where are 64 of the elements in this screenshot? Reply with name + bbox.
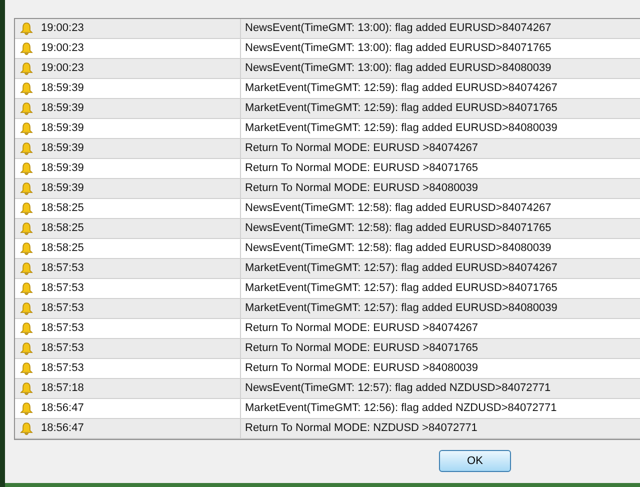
bell-icon (20, 422, 33, 436)
message-cell-text: NewsEvent(TimeGMT: 12:58): flag added EURUSD>84080039 (245, 241, 552, 256)
bell-icon (20, 142, 33, 156)
bell-icon (20, 222, 33, 236)
time-cell-text: 18:57:53 (41, 321, 84, 336)
message-cell-text: Return To Normal MODE: EURUSD >84071765 (245, 341, 478, 356)
time-cell-text: 18:57:18 (41, 381, 84, 396)
message-cell-text: Return To Normal MODE: EURUSD >84074267 (245, 141, 478, 156)
time-cell-text: 18:59:39 (41, 181, 84, 196)
ok-button[interactable]: OK (439, 450, 511, 472)
bell-icon (20, 302, 33, 316)
message-cell-text: NewsEvent(TimeGMT: 12:57): flag added NZDUSD>84072771 (245, 381, 551, 396)
time-cell-text: 19:00:23 (41, 21, 84, 36)
time-cell-text: 18:59:39 (41, 161, 84, 176)
bell-icon (20, 102, 33, 116)
time-cell-text: 19:00:23 (41, 41, 84, 56)
bell-icon (20, 182, 33, 196)
bell-icon (20, 362, 33, 376)
time-cell-text: 18:58:25 (41, 241, 84, 256)
bell-icon (20, 262, 33, 276)
time-cell-text: 18:56:47 (41, 421, 84, 436)
message-cell-text: MarketEvent(TimeGMT: 12:59): flag added EURUSD>84074267 (245, 81, 558, 96)
time-cell-text: 18:57:53 (41, 301, 84, 316)
time-cell-text: 18:57:53 (41, 341, 84, 356)
message-cell-text: NewsEvent(TimeGMT: 12:58): flag added EURUSD>84071765 (245, 221, 552, 236)
bell-icon (20, 62, 33, 76)
time-cell-text: 19:00:23 (41, 61, 84, 76)
message-cell-text: MarketEvent(TimeGMT: 12:56): flag added NZDUSD>84072771 (245, 401, 557, 416)
time-cell-text: 18:57:53 (41, 281, 84, 296)
message-cell-text: Return To Normal MODE: EURUSD >84074267 (245, 321, 478, 336)
message-cell-text: Return To Normal MODE: EURUSD >84071765 (245, 161, 478, 176)
bell-icon (20, 42, 33, 56)
message-cell-text: NewsEvent(TimeGMT: 13:00): flag added EURUSD>84071765 (245, 41, 552, 56)
message-cell-text: Return To Normal MODE: EURUSD >84080039 (245, 181, 478, 196)
message-cell-text: MarketEvent(TimeGMT: 12:57): flag added EURUSD>84080039 (245, 301, 558, 316)
message-cell-text: MarketEvent(TimeGMT: 12:59): flag added EURUSD>84071765 (245, 101, 558, 116)
time-cell-text: 18:56:47 (41, 401, 84, 416)
bell-icon (20, 282, 33, 296)
time-cell-text: 18:58:25 (41, 221, 84, 236)
time-cell-text: 18:59:39 (41, 121, 84, 136)
bell-icon (20, 342, 33, 356)
time-cell-text: 18:59:39 (41, 101, 84, 116)
message-cell-text: NewsEvent(TimeGMT: 13:00): flag added EURUSD>84080039 (245, 61, 552, 76)
message-cell-text: MarketEvent(TimeGMT: 12:57): flag added EURUSD>84074267 (245, 261, 558, 276)
message-cell-text: MarketEvent(TimeGMT: 12:57): flag added EURUSD>84071765 (245, 281, 558, 296)
bell-icon (20, 202, 33, 216)
bell-icon (20, 122, 33, 136)
message-cell-text: MarketEvent(TimeGMT: 12:59): flag added EURUSD>84080039 (245, 121, 558, 136)
bell-icon (20, 22, 33, 36)
time-cell-text: 18:58:25 (41, 201, 84, 216)
message-cell-text: NewsEvent(TimeGMT: 12:58): flag added EURUSD>84074267 (245, 201, 552, 216)
bell-icon (20, 382, 33, 396)
time-cell-text: 18:59:39 (41, 141, 84, 156)
time-cell-text: 18:59:39 (41, 81, 84, 96)
bell-icon (20, 82, 33, 96)
message-cell-text: Return To Normal MODE: NZDUSD >84072771 (245, 421, 478, 436)
time-cell-text: 18:57:53 (41, 361, 84, 376)
time-cell-text: 18:57:53 (41, 261, 84, 276)
bell-icon (20, 242, 33, 256)
message-cell-text: NewsEvent(TimeGMT: 13:00): flag added EURUSD>84074267 (245, 21, 552, 36)
bell-icon (20, 162, 33, 176)
bell-icon (20, 402, 33, 416)
message-cell-text: Return To Normal MODE: EURUSD >84080039 (245, 361, 478, 376)
bell-icon (20, 322, 33, 336)
